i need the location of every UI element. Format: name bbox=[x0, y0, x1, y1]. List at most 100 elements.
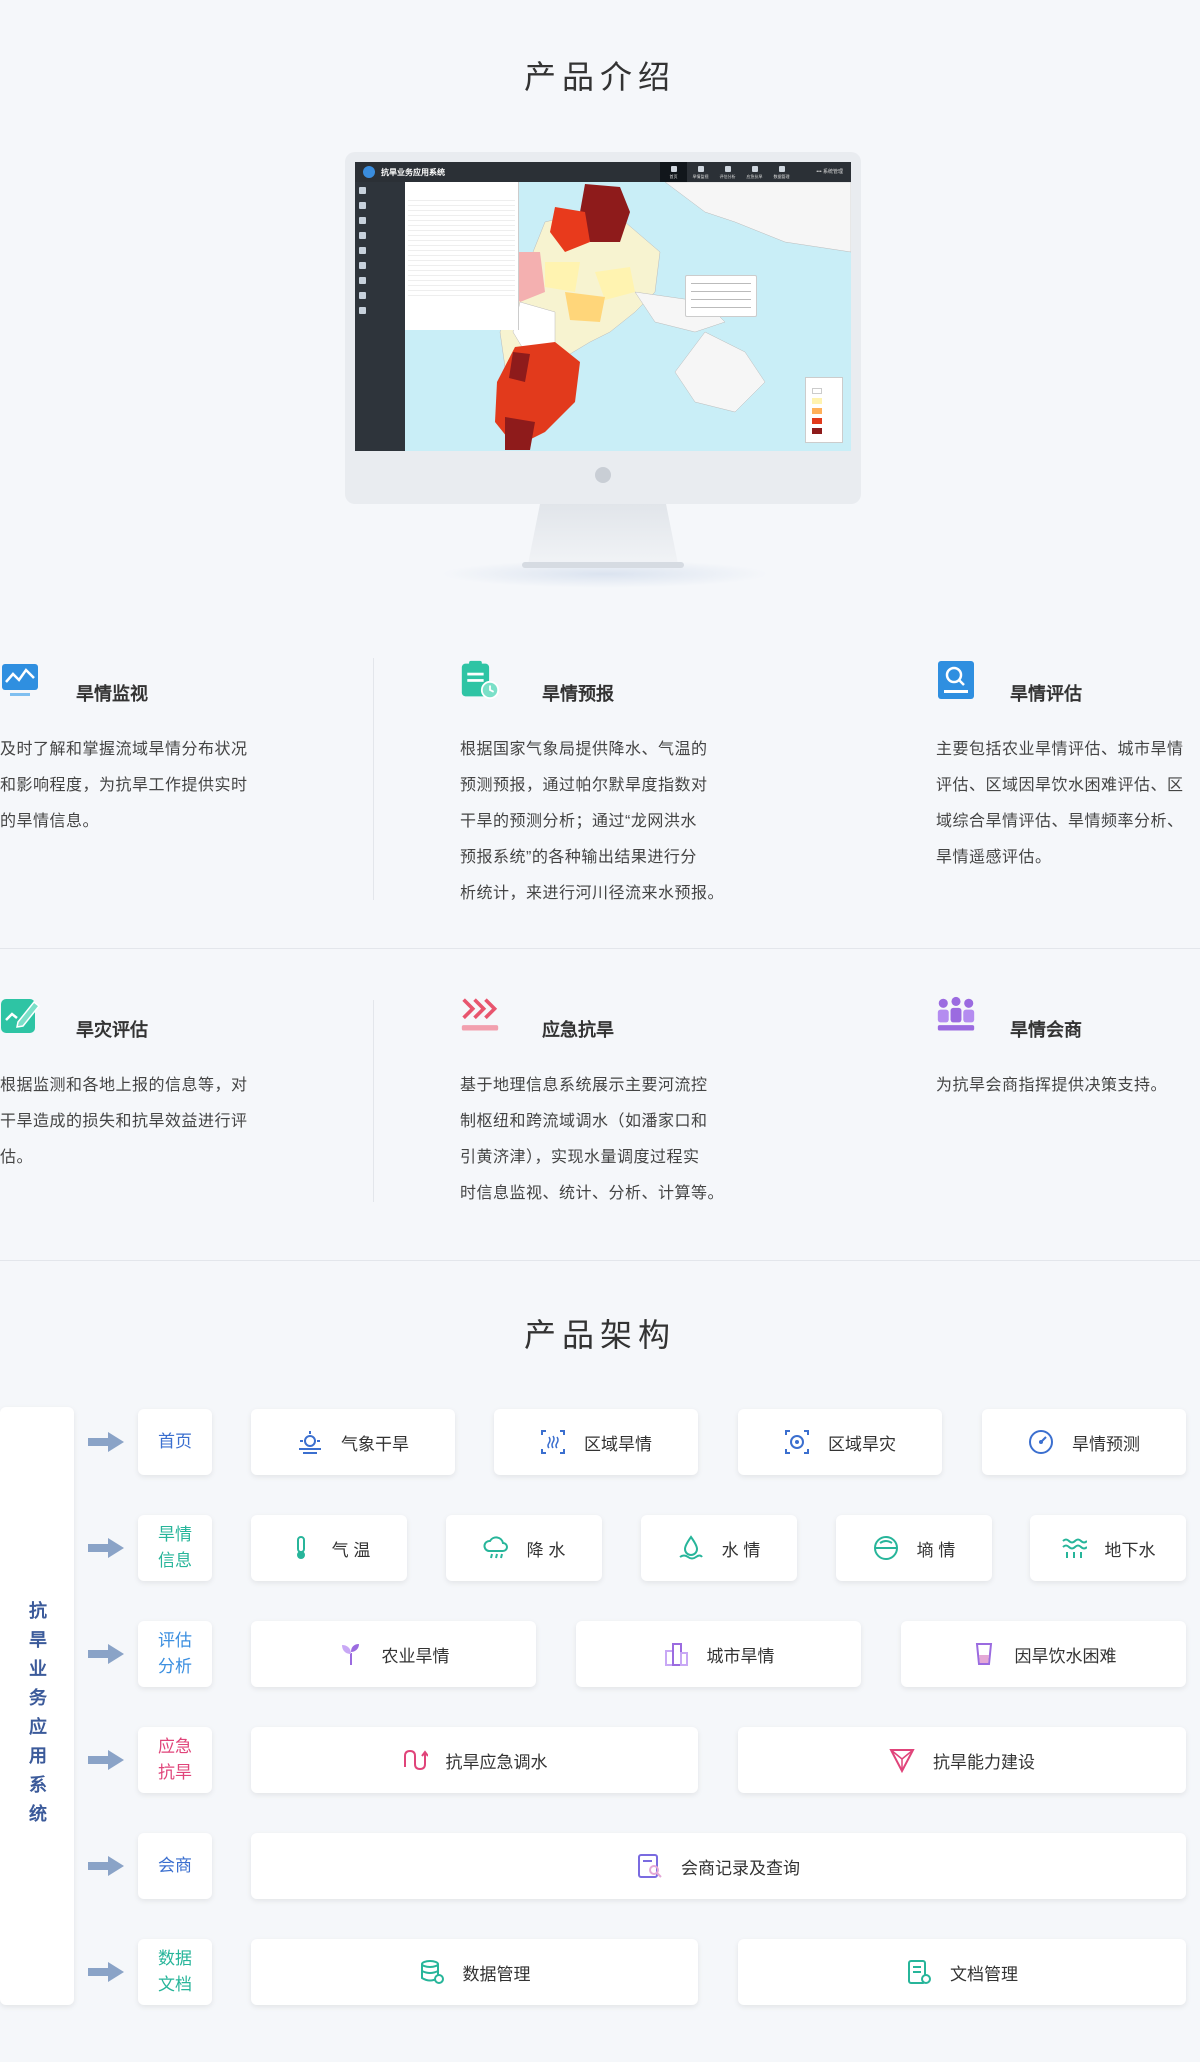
app-side-item bbox=[355, 289, 405, 302]
arch-category-data-docs[interactable]: 数据文档 bbox=[138, 1939, 212, 2005]
arch-item-label: 数据管理 bbox=[462, 1964, 531, 1984]
app-side-item bbox=[355, 259, 405, 272]
arch-category-assessment[interactable]: 评估分析 bbox=[138, 1621, 212, 1687]
arch-item-drinking-water-difficulty[interactable]: 因旱饮水困难 bbox=[901, 1621, 1186, 1687]
architecture-title: 产品架构 bbox=[523, 1317, 676, 1353]
arch-item-consultation-records[interactable]: 会商记录及查询 bbox=[251, 1833, 1186, 1899]
region-disaster-icon bbox=[785, 1430, 809, 1454]
app-topbar: 抗旱业务应用系统 首页 旱情监视 评估分析 应急抗旱 数据管理 ••• 系统管理 bbox=[355, 162, 851, 182]
arrow-right-icon bbox=[88, 1538, 124, 1558]
feature-title: 旱情预报 bbox=[542, 684, 614, 704]
arch-category-drought-info[interactable]: 旱情信息 bbox=[138, 1515, 212, 1581]
clipboard-clock-icon bbox=[461, 660, 500, 700]
triangle-build-icon bbox=[889, 1749, 915, 1773]
app-side-item bbox=[355, 244, 405, 257]
monitor-stand bbox=[528, 504, 678, 564]
arch-item-data-management[interactable]: 数据管理 bbox=[251, 1939, 698, 2005]
app-title: 抗旱业务应用系统 bbox=[381, 168, 445, 177]
arch-category-label: 数据文档 bbox=[158, 1949, 192, 1994]
arch-item-label: 因旱饮水困难 bbox=[1014, 1646, 1117, 1666]
feature-emergency-response: 应急抗旱 基于地理信息系统展示主要河流控 制枢纽和跨流域调水（如潘家口和 引黄济津）… bbox=[460, 996, 760, 1216]
document-manage-icon bbox=[908, 1960, 931, 1984]
arch-item-document-management[interactable]: 文档管理 bbox=[738, 1939, 1186, 2005]
arch-item-groundwater[interactable]: 地下水 bbox=[1030, 1515, 1186, 1581]
feature-desc: 根据国家气象局提供降水、气温的 预测预报，通过帕尔默旱度指数对 干旱的预测分析；通过… bbox=[460, 741, 725, 902]
arrow-right-icon bbox=[88, 1432, 124, 1452]
app-nav-emergency: 应急抗旱 bbox=[741, 162, 768, 182]
arch-item-meteorological-drought[interactable]: 气象干旱 bbox=[251, 1409, 455, 1475]
feature-drought-forecast: 旱情预报 根据国家气象局提供降水、气温的 预测预报，通过帕尔默旱度指数对 干旱的预测… bbox=[460, 660, 760, 910]
app-side-item bbox=[355, 184, 405, 197]
arch-root-label: 抗旱业务应用系统 bbox=[29, 1601, 47, 1824]
arch-item-soil-moisture[interactable]: 墒 情 bbox=[836, 1515, 992, 1581]
feature-disaster-assessment: 旱灾评估 根据监测和各地上报的信息等，对 干旱造成的损失和抗旱效益进行评 估。 bbox=[0, 996, 300, 1196]
feature-title: 旱情评估 bbox=[1010, 684, 1082, 704]
arch-category-home[interactable]: 首页 bbox=[138, 1409, 212, 1475]
arch-category-label: 旱情信息 bbox=[158, 1525, 192, 1570]
arch-item-agricultural-drought[interactable]: 农业旱情 bbox=[251, 1621, 536, 1687]
app-sidebar bbox=[355, 182, 405, 451]
soil-moisture-icon bbox=[873, 1536, 898, 1560]
arch-item-label: 文档管理 bbox=[950, 1964, 1018, 1984]
groundwater-icon bbox=[1061, 1538, 1087, 1558]
arch-item-label: 旱情预测 bbox=[1072, 1434, 1140, 1454]
arch-item-label: 墒 情 bbox=[916, 1540, 956, 1560]
app-nav-home: 首页 bbox=[660, 162, 687, 182]
arrow-right-icon bbox=[88, 1962, 124, 1982]
app-nav-data: 数据管理 bbox=[768, 162, 795, 182]
thermometer-icon bbox=[296, 1536, 305, 1559]
feature-drought-monitor: 旱情监视 及时了解和掌握流域旱情分布状况 和影响程度，为抗旱工作提供实时 的旱情信息… bbox=[0, 660, 300, 860]
arch-item-emergency-water-transfer[interactable]: 抗旱应急调水 bbox=[251, 1727, 698, 1793]
app-side-item bbox=[355, 199, 405, 212]
rain-cloud-icon bbox=[483, 1536, 508, 1559]
feature-desc: 为抗旱会商指挥提供决策支持。 bbox=[936, 1077, 1168, 1094]
arch-item-regional-disaster[interactable]: 区域旱灾 bbox=[738, 1409, 942, 1475]
app-side-item bbox=[355, 304, 405, 317]
arch-category-consultation[interactable]: 会商 bbox=[138, 1833, 212, 1899]
arch-category-emergency[interactable]: 应急抗旱 bbox=[138, 1727, 212, 1793]
map-legend bbox=[805, 377, 843, 443]
feature-title: 旱情监视 bbox=[76, 684, 148, 704]
arch-item-drought-prediction[interactable]: 旱情预测 bbox=[982, 1409, 1186, 1475]
arch-category-label: 应急抗旱 bbox=[158, 1737, 192, 1782]
arch-item-label: 会商记录及查询 bbox=[681, 1858, 800, 1878]
product-screenshot-monitor: 抗旱业务应用系统 首页 旱情监视 评估分析 应急抗旱 数据管理 ••• 系统管理 bbox=[345, 152, 861, 504]
map-popup bbox=[685, 275, 757, 317]
arrow-right-icon bbox=[88, 1856, 124, 1876]
app-logo-icon bbox=[363, 166, 375, 178]
arch-item-precipitation[interactable]: 降 水 bbox=[446, 1515, 602, 1581]
arch-item-urban-drought[interactable]: 城市旱情 bbox=[576, 1621, 861, 1687]
arch-item-water-regime[interactable]: 水 情 bbox=[641, 1515, 797, 1581]
feature-desc: 根据监测和各地上报的信息等，对 干旱造成的损失和抗旱效益进行评 估。 bbox=[0, 1077, 248, 1166]
arch-root: 抗旱业务应用系统 bbox=[0, 1407, 74, 2005]
meeting-people-icon bbox=[937, 996, 975, 1031]
water-drop-icon bbox=[679, 1535, 703, 1560]
arch-item-temperature[interactable]: 气 温 bbox=[251, 1515, 407, 1581]
arrow-right-icon bbox=[88, 1644, 124, 1664]
sun-cloud-icon bbox=[299, 1431, 321, 1454]
app-map bbox=[405, 182, 851, 451]
city-icon bbox=[664, 1643, 688, 1666]
arch-item-label: 区域旱情 bbox=[584, 1434, 652, 1454]
arch-item-label: 区域旱灾 bbox=[828, 1434, 896, 1454]
app-side-item bbox=[355, 274, 405, 287]
arch-item-label: 水 情 bbox=[721, 1540, 761, 1560]
arch-item-regional-drought[interactable]: 区域旱情 bbox=[494, 1409, 698, 1475]
heat-waves-icon bbox=[461, 998, 499, 1031]
sprout-icon bbox=[341, 1644, 359, 1665]
divider bbox=[0, 1260, 1200, 1261]
app-user: ••• 系统管理 bbox=[816, 169, 843, 175]
divider bbox=[373, 658, 374, 900]
app-screen: 抗旱业务应用系统 首页 旱情监视 评估分析 应急抗旱 数据管理 ••• 系统管理 bbox=[355, 162, 851, 451]
arrow-right-icon bbox=[88, 1750, 124, 1770]
arch-item-label: 气 温 bbox=[331, 1540, 371, 1560]
cup-icon bbox=[975, 1643, 992, 1665]
app-side-item bbox=[355, 214, 405, 227]
app-nav-monitor: 旱情监视 bbox=[687, 162, 714, 182]
arch-item-capacity-building[interactable]: 抗旱能力建设 bbox=[738, 1727, 1186, 1793]
arch-item-label: 抗旱应急调水 bbox=[445, 1752, 548, 1772]
arch-item-label: 抗旱能力建设 bbox=[933, 1752, 1035, 1772]
arch-category-label: 评估分析 bbox=[158, 1631, 192, 1676]
app-side-item bbox=[355, 229, 405, 242]
feature-title: 应急抗旱 bbox=[542, 1020, 614, 1040]
